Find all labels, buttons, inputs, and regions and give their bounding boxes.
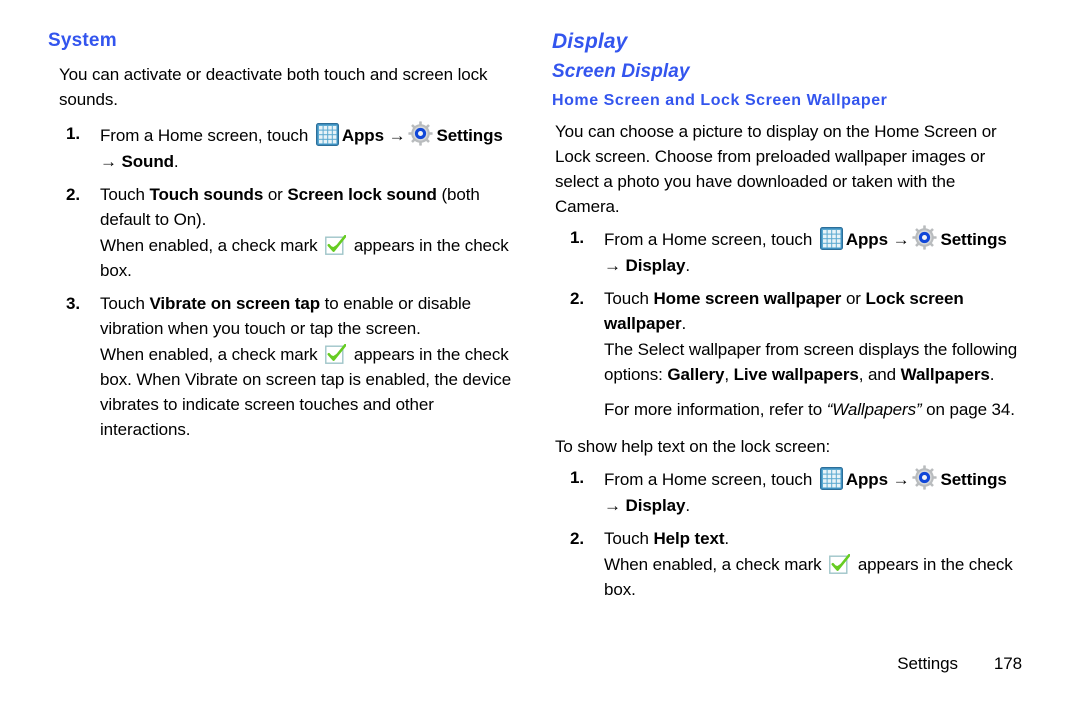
step-note-reference: For more information, refer to “Wallpape…	[604, 397, 1022, 422]
display-intro-paragraph: You can choose a picture to display on t…	[555, 122, 997, 216]
step-text-before-apps: From a Home screen, touch	[604, 470, 817, 489]
section-heading-system: System	[48, 30, 117, 51]
apps-grid-icon[interactable]	[315, 123, 339, 146]
note-before: When enabled, a check mark	[100, 345, 323, 364]
arrow-icon: →	[100, 152, 117, 171]
wallpapers-option: Wallpapers	[900, 365, 990, 384]
arrow-icon: →	[604, 496, 621, 515]
settings-gear-icon[interactable]	[912, 225, 938, 250]
wallpapers-reference-title: “Wallpapers”	[826, 400, 922, 419]
step-lead: Touch	[604, 289, 654, 308]
step-number: 2.	[570, 529, 584, 548]
step-item: 1. From a Home screen, touch Apps → Setti…	[552, 225, 1022, 278]
settings-label: Settings	[940, 470, 1007, 489]
step-item: 1. From a Home screen, touch Apps → Setti…	[552, 465, 1022, 518]
vibrate-on-screen-tap-label: Vibrate on screen tap	[149, 294, 321, 313]
checked-checkbox-icon[interactable]	[325, 344, 347, 365]
footer-section-label: Settings	[897, 654, 958, 673]
note-before: When enabled, a check mark	[100, 236, 323, 255]
arrow-icon: →	[388, 126, 406, 145]
help-text-lead-in: To show help text on the lock screen:	[555, 437, 831, 456]
period: .	[989, 365, 995, 384]
period: .	[724, 529, 730, 548]
conjunction: or	[841, 289, 866, 308]
checked-checkbox-icon[interactable]	[829, 554, 851, 575]
page-footer: Settings 178	[552, 653, 1022, 675]
settings-label: Settings	[436, 126, 503, 145]
home-screen-wallpaper-label: Home screen wallpaper	[653, 289, 842, 308]
reference-after: on page 34.	[921, 400, 1015, 419]
step-item: 3. Touch Vibrate on screen tap to enable…	[48, 291, 518, 442]
note-before: When enabled, a check mark	[604, 555, 827, 574]
apps-grid-icon[interactable]	[819, 467, 843, 490]
conjunction: or	[263, 185, 288, 204]
step-note: When enabled, a check mark appears in th…	[604, 552, 1022, 602]
period: .	[685, 256, 690, 275]
step-item: 2. Touch Help text. When enabled, a chec…	[552, 526, 1022, 602]
step-item: 2. Touch Touch sounds or Screen lock sou…	[48, 182, 518, 283]
screen-lock-sound-label: Screen lock sound	[287, 185, 437, 204]
arrow-icon: →	[604, 256, 621, 275]
settings-gear-icon[interactable]	[408, 121, 434, 146]
step-number: 1.	[570, 228, 584, 247]
wallpaper-steps-list: 1. From a Home screen, touch Apps → Setti…	[552, 225, 1022, 422]
display-label: Display	[625, 256, 686, 275]
settings-gear-icon[interactable]	[912, 465, 938, 490]
step-item: 1. From a Home screen, touch Apps → Setti…	[48, 121, 518, 174]
step-tail: → Display.	[604, 493, 1022, 518]
settings-label: Settings	[940, 230, 1007, 249]
period: .	[685, 496, 690, 515]
step-number: 2.	[570, 289, 584, 308]
apps-grid-icon[interactable]	[819, 227, 843, 250]
right-column: Display Screen Display Home Screen and L…	[552, 30, 1022, 610]
step-item: 2. Touch Home screen wallpaper or Lock s…	[552, 286, 1022, 422]
help-text-label: Help text	[653, 529, 725, 548]
system-intro-paragraph: You can activate or deactivate both touc…	[59, 65, 488, 109]
step-lead: Touch	[604, 529, 654, 548]
step-text-before-apps: From a Home screen, touch	[100, 126, 313, 145]
chapter-heading-display: Display	[552, 30, 628, 53]
step-tail: → Sound.	[100, 149, 518, 174]
system-steps-list: 1. From a Home screen, touch Apps → Setti…	[48, 121, 518, 442]
step-note-options: The Select wallpaper from screen display…	[604, 337, 1022, 387]
period: .	[173, 152, 179, 171]
sub-heading-screen-display: Screen Display	[552, 61, 690, 82]
step-tail: → Display.	[604, 253, 1022, 278]
touch-sounds-label: Touch sounds	[149, 185, 264, 204]
apps-label: Apps	[845, 230, 888, 249]
step-lead: Touch	[100, 294, 150, 313]
manual-page: System You can activate or deactivate bo…	[0, 0, 1080, 720]
step-number: 3.	[66, 294, 80, 313]
reference-before: For more information, refer to	[604, 400, 827, 419]
step-number: 1.	[570, 468, 584, 487]
step-number: 1.	[66, 124, 80, 143]
sub-heading-wallpaper: Home Screen and Lock Screen Wallpaper	[552, 92, 888, 109]
sound-label: Sound	[121, 152, 174, 171]
separator: , and	[858, 365, 901, 384]
apps-label: Apps	[341, 126, 384, 145]
gallery-option: Gallery	[667, 365, 725, 384]
step-text-before-apps: From a Home screen, touch	[604, 230, 817, 249]
display-label: Display	[625, 496, 686, 515]
apps-label: Apps	[845, 470, 888, 489]
step-note: When enabled, a check mark appears in th…	[100, 342, 518, 442]
separator: ,	[724, 365, 734, 384]
footer-page-number: 178	[993, 654, 1022, 673]
help-text-steps-list: 1. From a Home screen, touch Apps → Setti…	[552, 465, 1022, 602]
period: .	[681, 314, 687, 333]
arrow-icon: →	[892, 230, 910, 249]
checked-checkbox-icon[interactable]	[325, 235, 347, 256]
step-note: When enabled, a check mark appears in th…	[100, 233, 518, 283]
step-lead: Touch	[100, 185, 150, 204]
left-column: System You can activate or deactivate bo…	[48, 30, 518, 450]
arrow-icon: →	[892, 470, 910, 489]
live-wallpapers-option: Live wallpapers	[733, 365, 859, 384]
step-number: 2.	[66, 185, 80, 204]
